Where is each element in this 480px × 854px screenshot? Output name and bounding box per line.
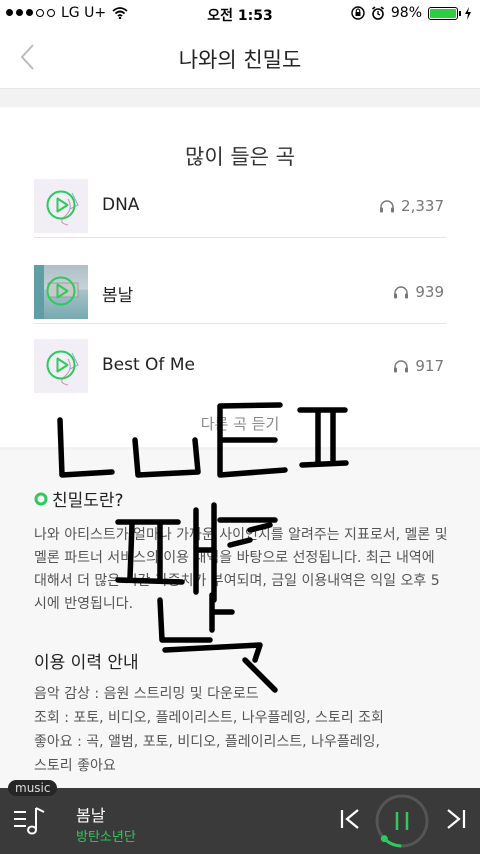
now-playing-artist: 방탄소년단 [76,830,136,845]
usage-line: 스토리 좋아요 [34,758,116,774]
headphones-icon [394,286,409,299]
ring-dot-icon [34,492,48,505]
usage-line: 조회 : 포토, 비디오, 플레이리스트, 나우플레잉, 스토리 조회 [34,710,384,726]
alarm-icon [371,6,384,20]
now-playing-title: 봄날 [76,806,106,825]
headphones-icon [394,360,409,373]
play-icon[interactable] [46,350,76,380]
status-right: 98% [351,5,472,21]
next-icon[interactable] [440,804,470,834]
playlist-music-icon[interactable] [12,800,52,840]
song-title: DNA [102,195,140,215]
charging-icon [465,6,471,20]
play-count: 917 [393,357,444,375]
album-thumbnail [34,179,88,233]
album-thumbnail [34,339,88,393]
info-heading: 친밀도란? [34,486,124,511]
battery-percent: 98% [390,5,422,21]
song-row[interactable]: Best Of Me 917 [34,339,446,397]
nav-bar: 나와의 친밀도 [0,28,480,89]
status-bar: LG U+ 오전 1:53 98% [0,0,480,28]
song-title: Best Of Me [102,355,195,375]
song-title: 봄날 [102,286,134,306]
info-body: 나와 아티스트가 얼마나 가까운 사이인지를 알려주는 지표로서, 멜론 및 멜… [34,527,448,612]
page-title: 나와의 친밀도 [178,48,302,72]
pause-button[interactable] [374,793,430,849]
most-played-card: 많이 들은 곡 DNA 2,337 봄날 939 Best Of Me 917 … [0,107,480,447]
play-count-value: 917 [415,357,444,375]
song-row[interactable]: DNA 2,337 [34,179,446,238]
play-count: 939 [393,283,444,301]
play-count-value: 2,337 [401,197,444,215]
usage-list: 음악 감상 : 음원 스트리밍 및 다운로드 조회 : 포토, 비디오, 플레이… [34,682,454,778]
play-count: 2,337 [379,197,444,215]
section-divider [0,89,480,107]
headphones-icon [380,200,395,213]
usage-line: 음악 감상 : 음원 스트리밍 및 다운로드 [34,686,259,702]
battery-icon [428,6,461,20]
play-count-value: 939 [415,283,444,301]
rotation-lock-icon [351,6,365,20]
usage-heading: 이용 이력 안내 [34,653,139,673]
info-heading-text: 친밀도란? [52,491,124,511]
more-songs-link[interactable]: 다른 곡 듣기 [0,413,480,434]
intimacy-info: 친밀도란? 나와 아티스트가 얼마나 가까운 사이인지를 알려주는 지표로서, … [0,450,480,790]
song-row[interactable]: 봄날 939 [34,265,446,324]
mini-player[interactable]: music 봄날 방탄소년단 [0,780,480,854]
most-played-title: 많이 들은 곡 [185,145,295,169]
music-tag: music [8,780,58,796]
play-icon[interactable] [46,190,76,220]
play-icon[interactable] [46,276,76,306]
usage-line: 좋아요 : 곡, 앨범, 포토, 비디오, 플레이리스트, 나우플레잉, [34,734,380,750]
album-thumbnail [34,265,88,319]
previous-icon[interactable] [336,804,366,834]
